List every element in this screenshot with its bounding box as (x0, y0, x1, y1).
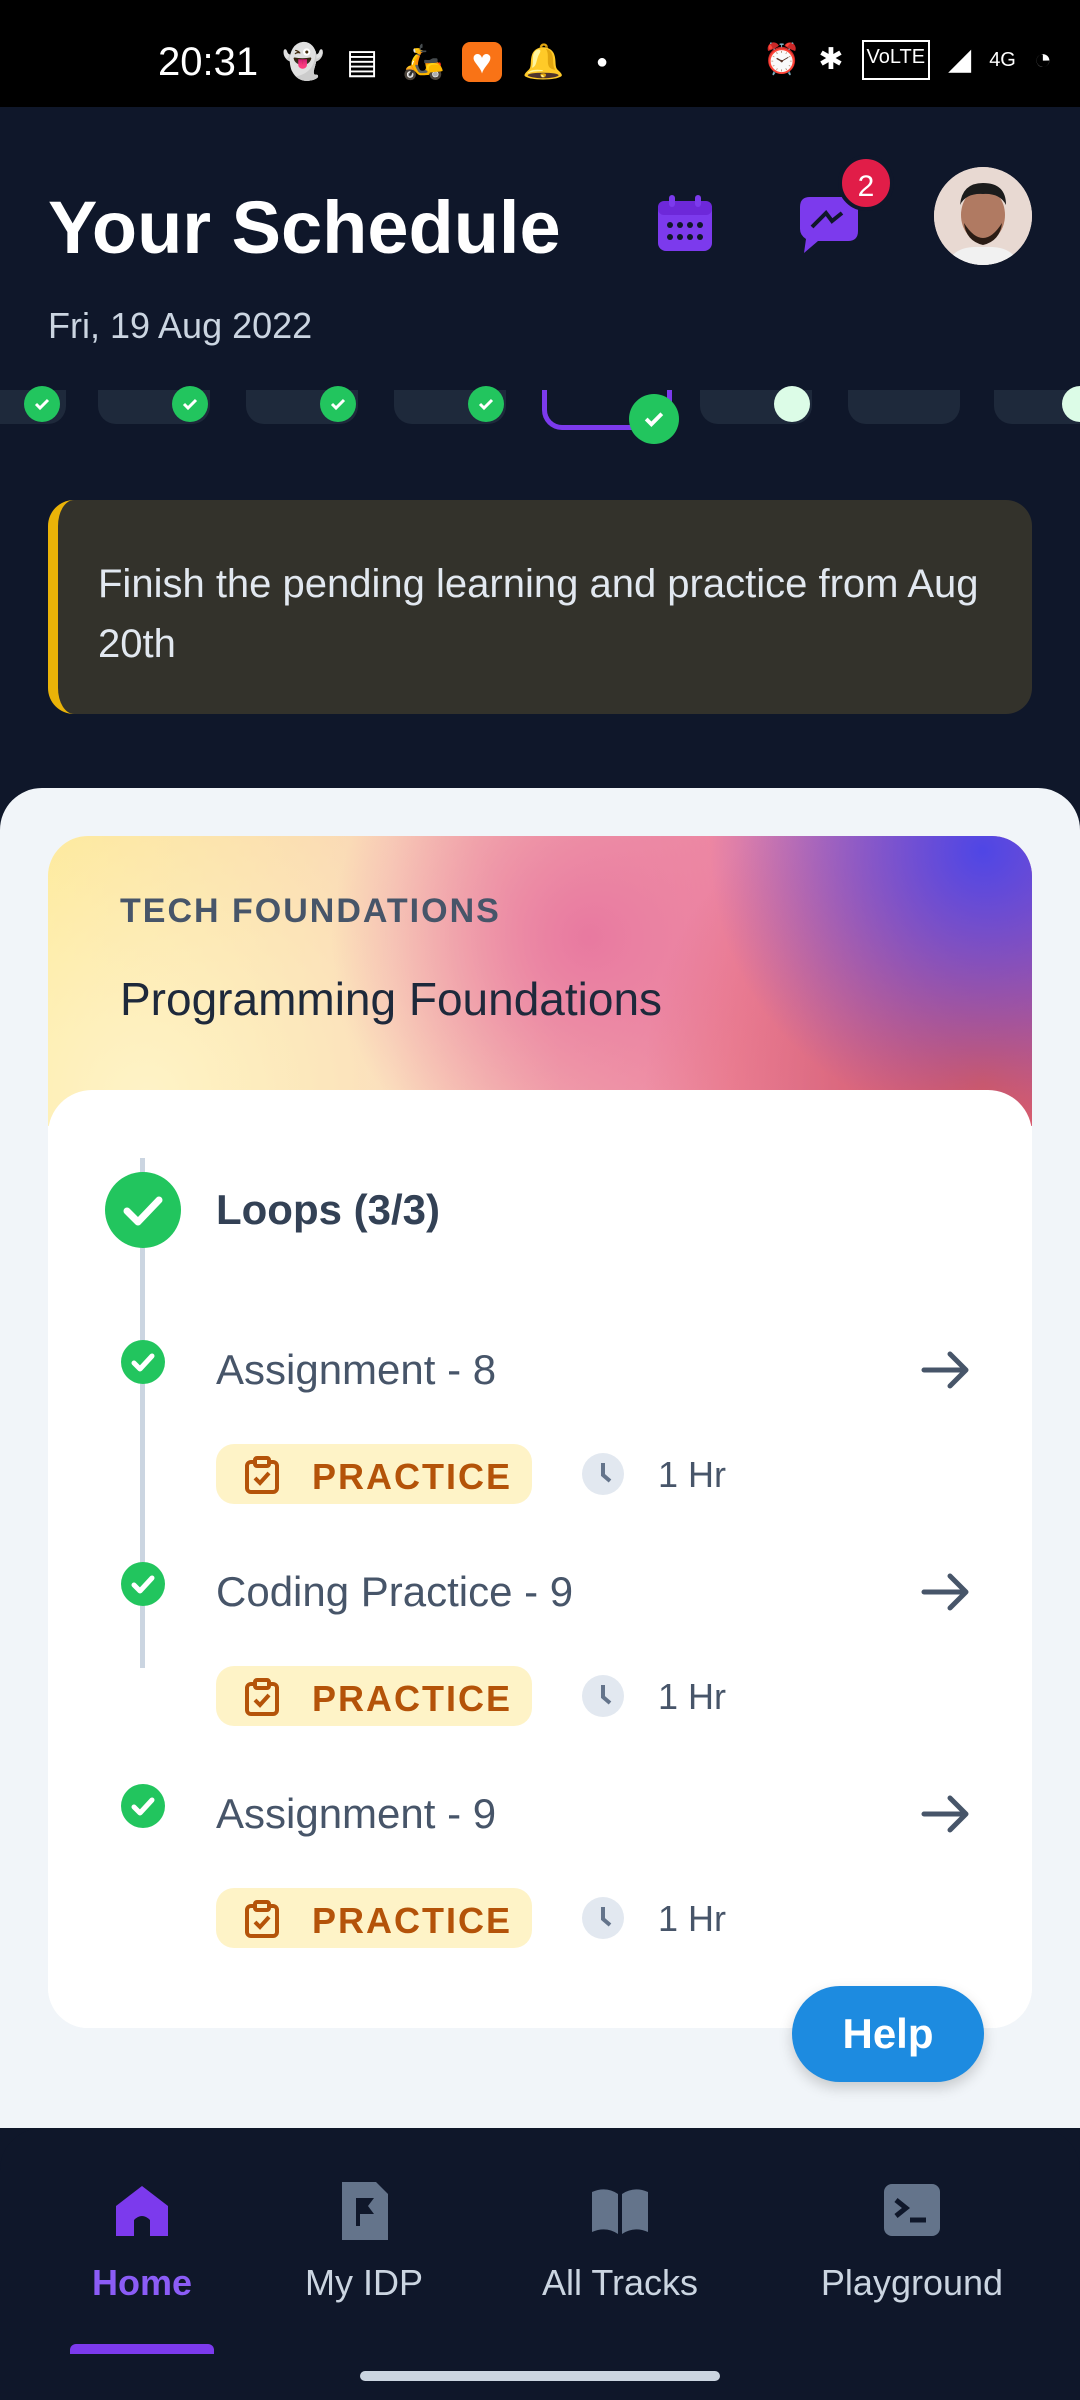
course-card: TECH FOUNDATIONS Programming Foundations… (48, 836, 1032, 2028)
module-complete-check-icon (105, 1172, 181, 1248)
module-title: Loops (3/3) (216, 1186, 441, 1233)
nav-playground[interactable]: Playground (800, 2178, 1024, 2304)
tag-label: PRACTICE (312, 1900, 513, 1941)
signal-icon: ◢ (948, 43, 972, 76)
clipboard-check-icon (245, 1678, 279, 1716)
nav-all-tracks[interactable]: All Tracks (520, 2178, 720, 2304)
arrow-right-icon[interactable] (918, 1342, 974, 1398)
day-pill[interactable] (0, 386, 66, 424)
status-time: 20:31 (158, 40, 259, 84)
nav-my-idp[interactable]: My IDP (282, 2178, 446, 2304)
practice-tag: PRACTICE (216, 1444, 532, 1504)
gesture-handle[interactable] (360, 2371, 720, 2381)
completed-check-icon (320, 386, 356, 422)
practice-tag: PRACTICE (216, 1888, 532, 1948)
status-notification-icons: 👻 ▤ 🛵 ♥ 🔔 ● (282, 42, 622, 82)
completed-check-icon (172, 386, 208, 422)
nav-home[interactable]: Home (60, 2178, 224, 2304)
item-complete-check-icon (121, 1562, 165, 1606)
bluetooth-icon: ✱ (818, 43, 844, 76)
course-header[interactable]: TECH FOUNDATIONS Programming Foundations (48, 836, 1032, 1126)
arrow-right-icon[interactable] (918, 1564, 974, 1620)
week-progress-strip (0, 386, 1080, 450)
home-icon (116, 2186, 168, 2236)
user-photo (934, 167, 1032, 265)
duration: 1 Hr (658, 1454, 727, 1495)
day-pill[interactable] (994, 386, 1080, 424)
completed-check-icon (468, 386, 504, 422)
arrow-right-icon[interactable] (918, 1786, 974, 1842)
day-pill-selected[interactable] (542, 390, 679, 444)
pending-dot-icon (1062, 386, 1080, 422)
banner-text: Finish the pending learning and practice… (98, 562, 979, 666)
terminal-icon (884, 2184, 940, 2236)
dot-icon: ● (595, 51, 609, 73)
bell-icon: 🔔 (522, 43, 565, 81)
avatar[interactable] (934, 167, 1032, 265)
completed-check-icon (24, 386, 60, 422)
clock-icon (582, 1675, 624, 1717)
clipboard-check-icon (245, 1900, 279, 1938)
item-title[interactable]: Coding Practice - 9 (216, 1568, 573, 1616)
nav-label: Home (91, 2262, 193, 2303)
alarm-icon: ⏰ (763, 43, 801, 76)
pending-dot-icon (774, 386, 810, 422)
item-title[interactable]: Assignment - 9 (216, 1790, 496, 1838)
open-book-icon (592, 2189, 648, 2234)
duration: 1 Hr (658, 1898, 727, 1939)
course-body (48, 1090, 1032, 2028)
course-category: TECH FOUNDATIONS (120, 892, 501, 930)
scooter-icon: 🛵 (402, 43, 445, 81)
item-complete-check-icon (121, 1340, 165, 1384)
day-pill[interactable] (700, 386, 812, 424)
duration: 1 Hr (658, 1676, 727, 1717)
flag-document-icon (342, 2182, 388, 2240)
calendar-icon (658, 195, 712, 251)
calendar-button[interactable] (654, 193, 716, 255)
heart-app-icon: ♥ (462, 42, 502, 82)
schedule-date: Fri, 19 Aug 2022 (48, 305, 313, 346)
clock-icon (582, 1453, 624, 1495)
active-tab-indicator (70, 2344, 214, 2354)
pending-reminder-banner: Finish the pending learning and practice… (48, 500, 1032, 714)
nav-label: Playground (820, 2262, 1004, 2303)
snapchat-icon: 👻 (282, 43, 325, 81)
status-system-icons: ⏰ ✱ VoLTE ◢ 4G ◔ (763, 40, 1052, 80)
page-title: Your Schedule (48, 186, 561, 269)
practice-tag: PRACTICE (216, 1666, 532, 1726)
nav-label: All Tracks (541, 2262, 699, 2303)
clipboard-check-icon (245, 1456, 279, 1494)
day-pill[interactable] (246, 386, 358, 424)
item-complete-check-icon (121, 1784, 165, 1828)
4g-icon: 4G (989, 49, 1016, 71)
clock-icon (582, 1897, 624, 1939)
tag-label: PRACTICE (312, 1678, 513, 1719)
tag-label: PRACTICE (312, 1456, 513, 1497)
item-title[interactable]: Assignment - 8 (216, 1346, 496, 1394)
schedule-header: Your Schedule Fri, 19 Aug 2022 2 (0, 107, 1080, 407)
volte-icon: VoLTE (861, 40, 931, 80)
news-icon: ▤ (345, 43, 379, 81)
battery-icon: ◔ (1033, 43, 1052, 76)
course-title: Programming Foundations (120, 973, 663, 1025)
notification-badge: 2 (838, 155, 894, 211)
bottom-navigation: Home My IDP All Tracks Playground (0, 2128, 1080, 2400)
nav-label: My IDP (304, 2262, 423, 2303)
help-button[interactable]: Help (792, 1986, 984, 2082)
completed-check-icon (629, 394, 679, 444)
status-bar: 20:31 👻 ▤ 🛵 ♥ 🔔 ● ⏰ ✱ VoLTE ◢ 4G ◔ (0, 0, 1080, 107)
day-pill[interactable] (394, 386, 506, 424)
day-pill[interactable] (848, 390, 960, 424)
day-pill[interactable] (98, 386, 210, 424)
